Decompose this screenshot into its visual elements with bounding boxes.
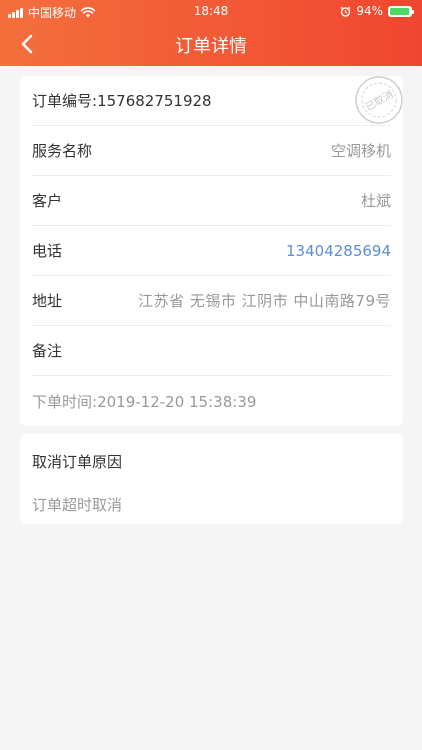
customer-value: 杜斌	[360, 192, 391, 210]
order-number-label: 订单编号:	[32, 92, 98, 110]
remark-label: 备注	[32, 342, 63, 360]
order-time-row: 下单时间:2019-12-20 15:38:39	[32, 376, 391, 426]
order-number-row: 订单编号:157682751928	[32, 76, 391, 126]
cancelled-stamp: 已取消	[349, 76, 403, 130]
alarm-icon	[340, 6, 351, 17]
cancel-reason-card: 取消订单原因 订单超时取消	[20, 434, 403, 524]
field-row-phone: 电话 13404285694	[32, 226, 391, 276]
cancel-reason-text: 订单超时取消	[32, 496, 123, 514]
customer-label: 客户	[32, 192, 63, 210]
phone-link[interactable]: 13404285694	[286, 242, 391, 260]
order-detail-card: 订单编号:157682751928 已取消 服务名称 空调移机 客户 杜斌 电话…	[20, 76, 403, 426]
nav-bar: 订单详情	[0, 22, 422, 66]
status-bar: 中国移动 18:48 94%	[0, 0, 422, 22]
field-row-remark: 备注	[32, 326, 391, 376]
service-value: 空调移机	[330, 142, 391, 160]
address-label: 地址	[32, 292, 63, 310]
field-row-customer: 客户 杜斌	[32, 176, 391, 226]
service-label: 服务名称	[32, 142, 93, 160]
page-title: 订单详情	[175, 36, 247, 57]
battery-icon	[388, 5, 414, 17]
address-value: 江苏省 无锡市 江阴市 中山南路79号	[138, 292, 391, 310]
order-time-text: 下单时间:2019-12-20 15:38:39	[32, 391, 256, 412]
order-time-value: 2019-12-20 15:38:39	[97, 392, 257, 411]
cancel-reason-title: 取消订单原因	[32, 453, 123, 471]
app-header: 中国移动 18:48 94% 订单详情	[0, 0, 422, 66]
phone-label: 电话	[32, 242, 63, 260]
battery-percent: 94%	[356, 4, 383, 18]
field-row-service: 服务名称 空调移机	[32, 126, 391, 176]
field-row-address: 地址 江苏省 无锡市 江阴市 中山南路79号	[32, 276, 391, 326]
stamp-text: 已取消	[363, 87, 395, 113]
order-time-label: 下单时间:	[32, 392, 98, 411]
status-right: 94%	[340, 4, 414, 18]
order-number-value: 157682751928	[97, 92, 212, 110]
order-number-text: 订单编号:157682751928	[32, 90, 212, 111]
